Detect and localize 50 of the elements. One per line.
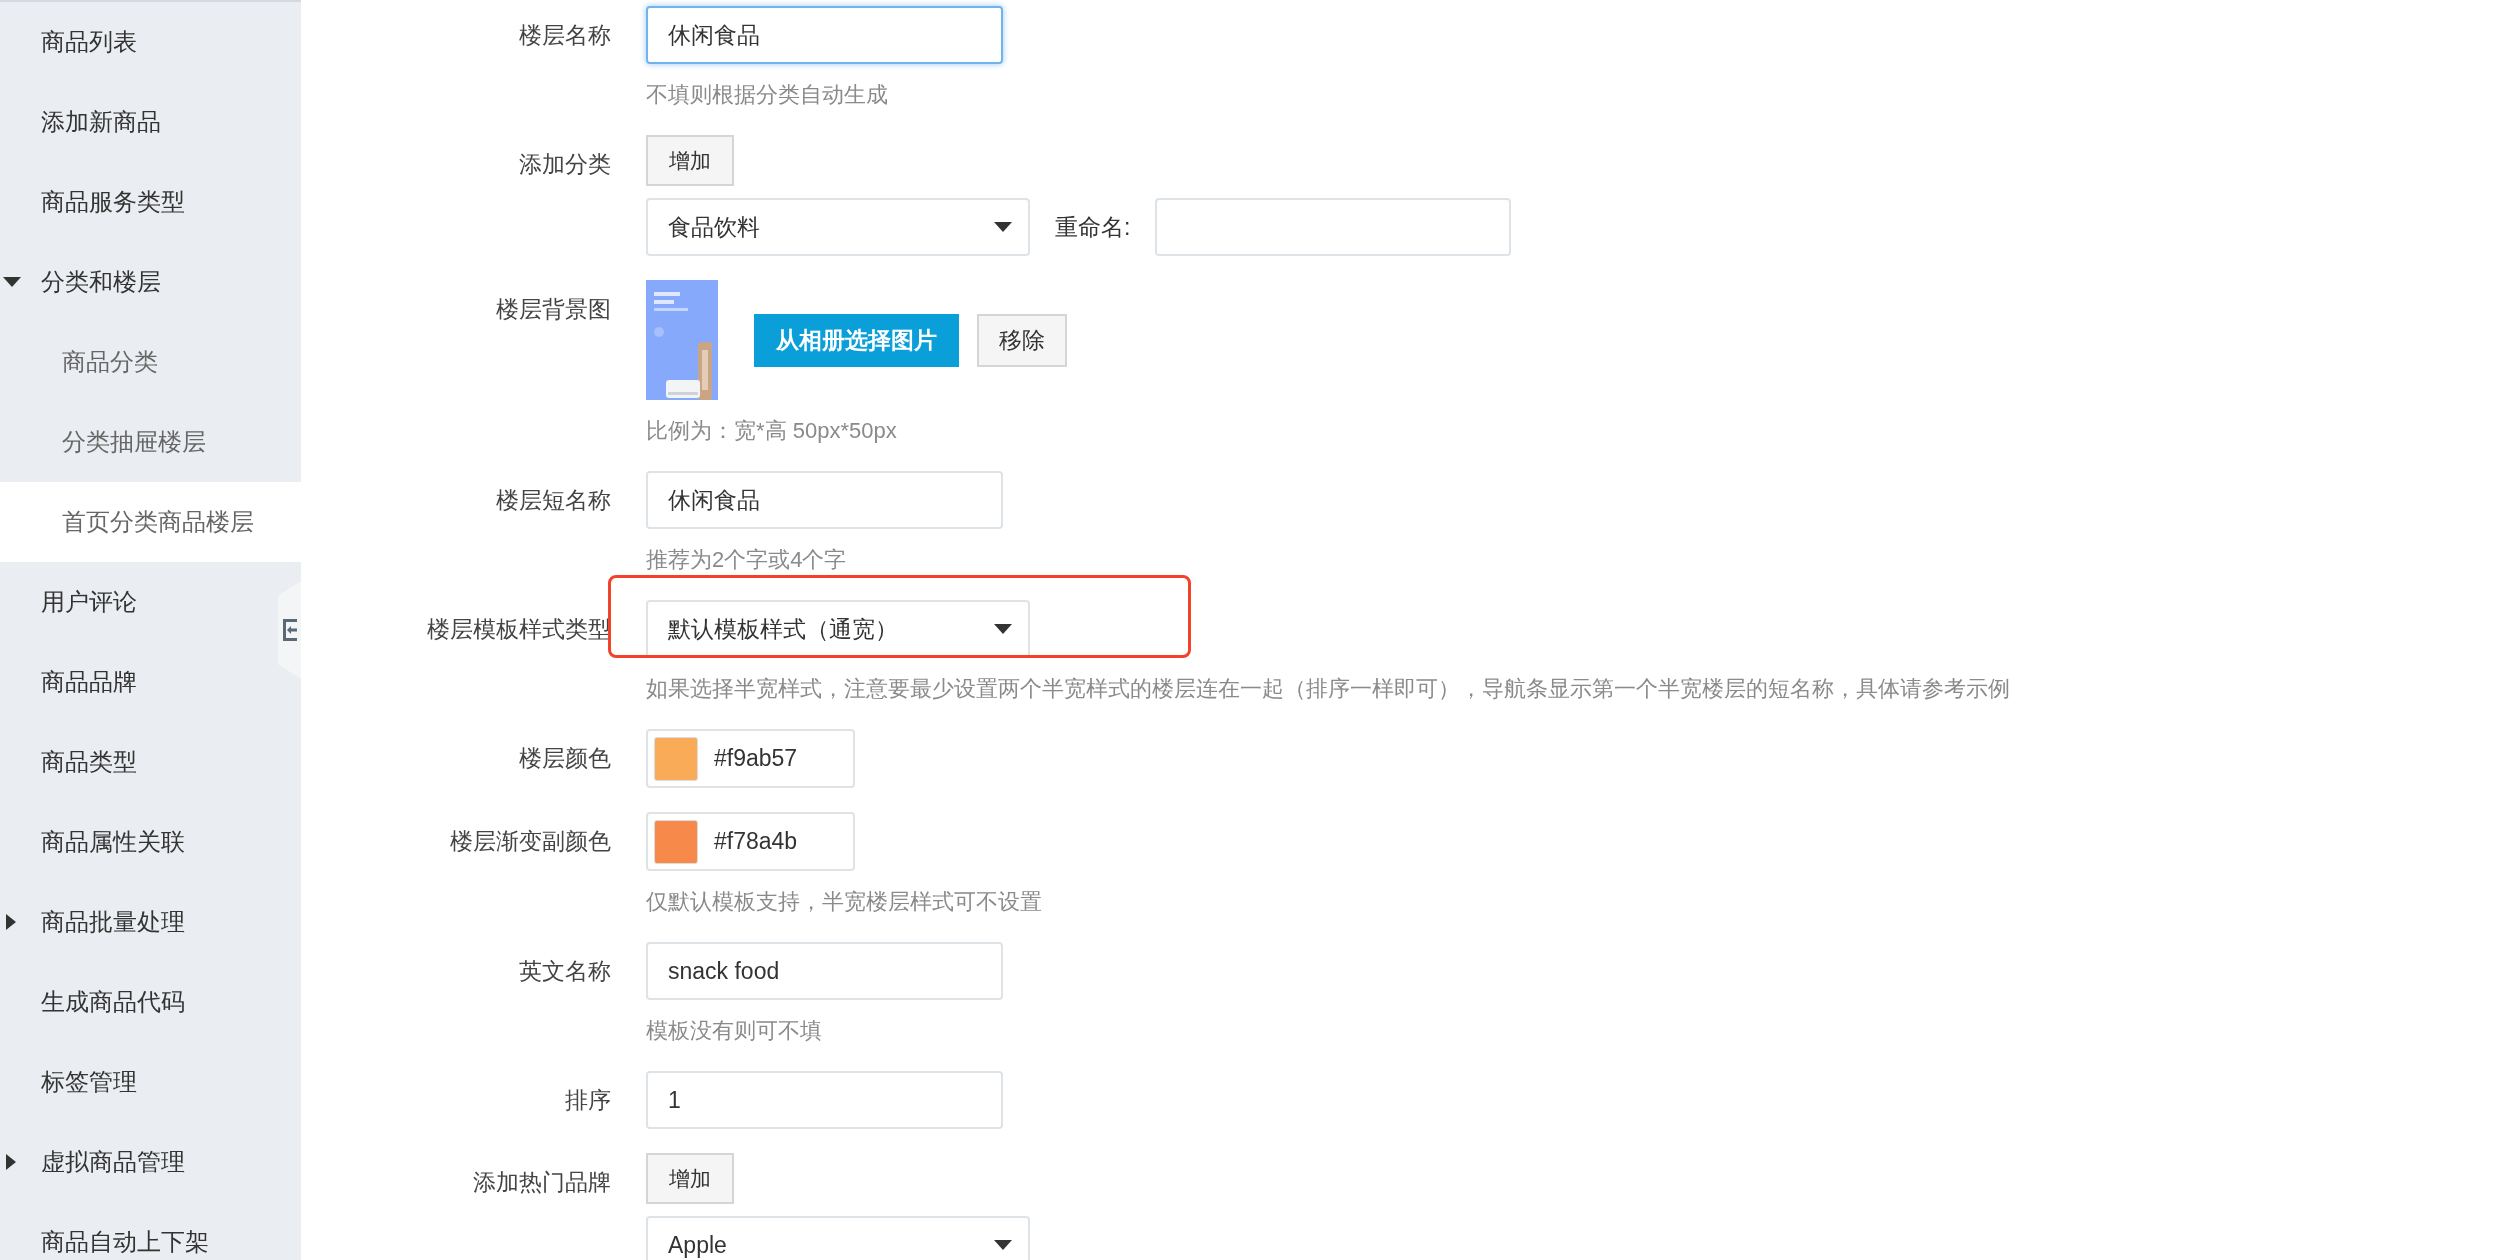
caret-icon (994, 222, 1012, 232)
field-label: 添加热门品牌 (473, 1167, 611, 1197)
help-text: 仅默认模板支持，半宽楼层样式可不设置 (646, 888, 1042, 916)
help-text: 模板没有则可不填 (646, 1017, 823, 1045)
text-field[interactable]: 休闲食品 (646, 471, 1003, 529)
field-label: 楼层颜色 (519, 743, 611, 773)
help-text: 如果选择半宽样式，注意要最少设置两个半宽样式的楼层连在一起（排序一样即可），导航条显示第一个半宽楼层的短名称，具体请参考示例 (646, 675, 2010, 703)
dropdown[interactable]: Apple (646, 1216, 1030, 1260)
sidebar-item[interactable]: 用户评论 (0, 562, 277, 642)
dropdown[interactable]: 食品饮料 (646, 198, 1030, 256)
add-button[interactable]: 增加 (646, 1153, 734, 1204)
sidebar-subitem[interactable]: 分类抽屉楼层 (0, 402, 277, 482)
sidebar-item[interactable]: 商品品牌 (0, 642, 277, 722)
field-label: 楼层名称 (519, 20, 611, 50)
text-field[interactable]: 1 (646, 1071, 1003, 1129)
field-label: 添加分类 (519, 149, 611, 179)
sidebar-item[interactable]: 商品自动上下架 (0, 1202, 277, 1260)
sidebar-item[interactable]: 标签管理 (0, 1042, 277, 1122)
text-field[interactable]: 休闲食品 (646, 6, 1003, 64)
add-button[interactable]: 增加 (646, 135, 734, 186)
text-field[interactable]: snack food (646, 942, 1003, 1000)
help-text: 不填则根据分类自动生成 (646, 81, 889, 109)
help-text: 推荐为2个字或4个字 (646, 546, 848, 574)
remove-button[interactable]: 移除 (977, 313, 1067, 367)
sidebar-item[interactable]: 生成商品代码 (0, 962, 277, 1042)
collapse-icon (282, 617, 297, 643)
sidebar-item[interactable]: 商品服务类型 (0, 162, 277, 242)
color-field[interactable]: #f9ab57 (646, 729, 855, 788)
sidebar-item[interactable]: 添加新商品 (0, 82, 277, 162)
field-label: 楼层渐变副颜色 (450, 826, 611, 856)
sidebar-item[interactable]: 商品类型 (0, 722, 277, 802)
sidebar-item[interactable]: 商品属性关联 (0, 802, 277, 882)
dropdown[interactable]: 默认模板样式（通宽） (646, 600, 1030, 658)
sidebar-item[interactable]: 商品批量处理 (0, 882, 277, 962)
field-label: 楼层背景图 (496, 294, 611, 324)
field-label: 楼层模板样式类型 (427, 614, 611, 644)
sidebar-subitem[interactable]: 首页分类商品楼层 (0, 482, 301, 562)
help-text: 比例为：宽*高 50px*50px (646, 417, 898, 445)
sidebar-item[interactable]: 分类和楼层 (0, 242, 277, 322)
field-label: 楼层短名称 (496, 485, 611, 515)
rename-field[interactable] (1155, 198, 1512, 256)
rename-label: 重命名: (1055, 212, 1131, 242)
sidebar-item[interactable]: 商品列表 (0, 2, 277, 82)
sidebar-item[interactable]: 虚拟商品管理 (0, 1122, 277, 1202)
field-label: 英文名称 (519, 956, 611, 986)
color-field[interactable]: #f78a4b (646, 812, 855, 871)
sidebar-subitem[interactable]: 商品分类 (0, 322, 277, 402)
caret-icon (994, 1240, 1012, 1250)
field-label: 排序 (565, 1085, 611, 1115)
caret-icon (994, 624, 1012, 634)
